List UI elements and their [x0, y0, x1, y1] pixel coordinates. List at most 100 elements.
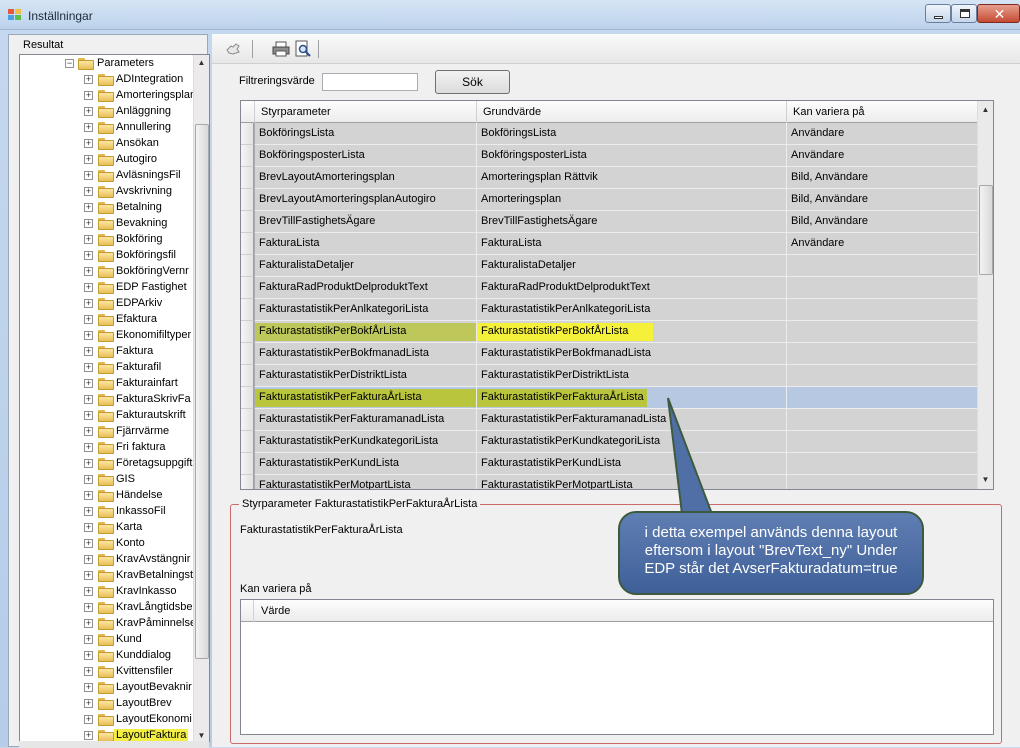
grid-cell[interactable]: FakturaRadProduktDelproduktText	[255, 277, 477, 299]
maximize-button[interactable]	[951, 4, 977, 23]
grid-cell[interactable]: FakturastatistikPerMotpartLista	[477, 475, 787, 489]
tree-item[interactable]: + EDP Fastighet	[20, 280, 195, 296]
tree-item[interactable]: + BokföringVernr	[20, 264, 195, 280]
grid-row[interactable]: FakturalistaDetaljer FakturalistaDetaljer	[241, 255, 978, 277]
expand-icon[interactable]: +	[84, 427, 93, 436]
row-header[interactable]	[241, 233, 254, 255]
grid-cell[interactable]: FakturastatistikPerKundkategoriLista	[255, 431, 477, 453]
grid-cell[interactable]: Amorteringsplan	[477, 189, 787, 211]
tree-item[interactable]: + AvläsningsFil	[20, 168, 195, 184]
grid-cell[interactable]: FakturastatistikPerMotpartLista	[255, 475, 477, 489]
grid-cell[interactable]: FakturastatistikPerFakturamanadLista	[477, 409, 787, 431]
tree-item[interactable]: + KravLångtidsbe	[20, 600, 195, 616]
expand-icon[interactable]: +	[84, 299, 93, 308]
grid-cell[interactable]	[787, 343, 978, 365]
grid-row[interactable]: BokföringsLista BokföringsLista Användare	[241, 123, 978, 145]
grid-row[interactable]: BrevLayoutAmorteringsplan Amorteringsplan…	[241, 167, 978, 189]
tree-item[interactable]: + Kvittensfiler	[20, 664, 195, 680]
expand-icon[interactable]: +	[84, 283, 93, 292]
grid-cell[interactable]	[787, 409, 978, 431]
tree-item[interactable]: + Autogiro	[20, 152, 195, 168]
grid-cell[interactable]: FakturastatistikPerBokfmanadLista	[477, 343, 787, 365]
grid-cell[interactable]: FakturastatistikPerKundkategoriLista	[477, 431, 787, 453]
tree-item[interactable]: + Fri faktura	[20, 440, 195, 456]
grid-cell[interactable]: FakturastatistikPerAnlkategoriLista	[255, 299, 477, 321]
expand-icon[interactable]: +	[84, 699, 93, 708]
row-header[interactable]	[241, 409, 254, 431]
grid-cell[interactable]: FakturastatistikPerFakturamanadLista	[255, 409, 477, 431]
row-header[interactable]	[241, 453, 254, 475]
row-header[interactable]	[241, 145, 254, 167]
filter-input[interactable]	[322, 73, 418, 91]
tree-item[interactable]: + Amorteringsplan	[20, 88, 195, 104]
row-header[interactable]	[241, 299, 254, 321]
grid-cell[interactable]	[787, 387, 978, 409]
expand-icon[interactable]: +	[84, 667, 93, 676]
grid-cell[interactable]: BrevLayoutAmorteringsplan	[255, 167, 477, 189]
tree-item[interactable]: + KravInkasso	[20, 584, 195, 600]
print-icon[interactable]	[272, 40, 290, 58]
expand-icon[interactable]: +	[84, 91, 93, 100]
expand-icon[interactable]: +	[84, 555, 93, 564]
row-header[interactable]	[241, 321, 254, 343]
tree-item[interactable]: + Bevakning	[20, 216, 195, 232]
expand-icon[interactable]: +	[84, 411, 93, 420]
grid-cell[interactable]	[787, 431, 978, 453]
expand-icon[interactable]: +	[84, 395, 93, 404]
row-header[interactable]	[241, 255, 254, 277]
tree-item[interactable]: + Fakturautskrift	[20, 408, 195, 424]
row-header[interactable]	[241, 167, 254, 189]
expand-icon[interactable]: +	[84, 235, 93, 244]
grid-cell[interactable]: FakturastatistikPerKundLista	[255, 453, 477, 475]
grid-scroll-thumb[interactable]	[979, 185, 993, 275]
tree-item[interactable]: + LayoutBevaknir	[20, 680, 195, 696]
varde-grid[interactable]: Värde	[240, 599, 994, 735]
grid-cell[interactable]: FakturastatistikPerAnlkategoriLista	[477, 299, 787, 321]
expand-icon[interactable]: +	[84, 139, 93, 148]
tree-item[interactable]: + LayoutEkonomi	[20, 712, 195, 728]
expand-icon[interactable]: +	[84, 219, 93, 228]
tree-scrollbar[interactable]: ▲ ▼	[193, 55, 209, 741]
tree-item[interactable]: + Ekonomifiltyper	[20, 328, 195, 344]
grid-cell[interactable]: FakturastatistikPerBokfÅrLista	[255, 321, 477, 343]
tree-item[interactable]: + ADIntegration	[20, 72, 195, 88]
grid-cell[interactable]: FakturastatistikPerKundLista	[477, 453, 787, 475]
row-header[interactable]	[241, 277, 254, 299]
grid-cell[interactable]: Bild, Användare	[787, 189, 978, 211]
grid-row[interactable]: FakturaRadProduktDelproduktText FakturaRa…	[241, 277, 978, 299]
expand-icon[interactable]: +	[84, 523, 93, 532]
grid-cell[interactable]: Användare	[787, 123, 978, 145]
expand-icon[interactable]: +	[84, 107, 93, 116]
column-header-grundvarde[interactable]: Grundvärde	[477, 101, 787, 123]
expand-icon[interactable]: +	[84, 203, 93, 212]
tree-item[interactable]: + Fakturafil	[20, 360, 195, 376]
grid-cell[interactable]: FakturastatistikPerFakturaÅrLista	[255, 387, 477, 409]
expand-icon[interactable]: +	[84, 651, 93, 660]
expand-icon[interactable]: +	[84, 603, 93, 612]
grid-row[interactable]: FakturastatistikPerMotpartLista Fakturast…	[241, 475, 978, 489]
grid-row[interactable]: BrevTillFastighetsÄgare BrevTillFastighet…	[241, 211, 978, 233]
grid-cell[interactable]: FakturaLista	[477, 233, 787, 255]
tree-item[interactable]: + GIS	[20, 472, 195, 488]
tree-item[interactable]: + KravBetalningst	[20, 568, 195, 584]
grid-row[interactable]: FakturastatistikPerAnlkategoriLista Faktu…	[241, 299, 978, 321]
expand-icon[interactable]: +	[84, 347, 93, 356]
row-header[interactable]	[241, 365, 254, 387]
tree-item[interactable]: + KravAvstängnir	[20, 552, 195, 568]
grid-row[interactable]: FakturastatistikPerKundkategoriLista Fakt…	[241, 431, 978, 453]
expand-icon[interactable]: +	[84, 507, 93, 516]
row-header[interactable]	[241, 189, 254, 211]
grid-cell[interactable]: FakturalistaDetaljer	[477, 255, 787, 277]
row-header[interactable]	[241, 387, 254, 409]
tree-item[interactable]: + LayoutBrev	[20, 696, 195, 712]
grid-row[interactable]: FakturastatistikPerBokfmanadLista Faktura…	[241, 343, 978, 365]
grid-cell[interactable]: FakturaRadProduktDelproduktText	[477, 277, 787, 299]
grid-cell[interactable]	[787, 321, 978, 343]
grid-cell[interactable]	[787, 299, 978, 321]
grid-row[interactable]: FakturastatistikPerFakturaÅrLista Faktura…	[241, 387, 978, 409]
scroll-up-icon[interactable]: ▲	[194, 58, 209, 67]
tree-item[interactable]: + Annullering	[20, 120, 195, 136]
parameter-tree[interactable]: − Parameters + ADIntegration + Amorteringsp…	[19, 54, 210, 742]
grid-row[interactable]: BrevLayoutAmorteringsplanAutogiro Amorter…	[241, 189, 978, 211]
expand-icon[interactable]: +	[84, 155, 93, 164]
